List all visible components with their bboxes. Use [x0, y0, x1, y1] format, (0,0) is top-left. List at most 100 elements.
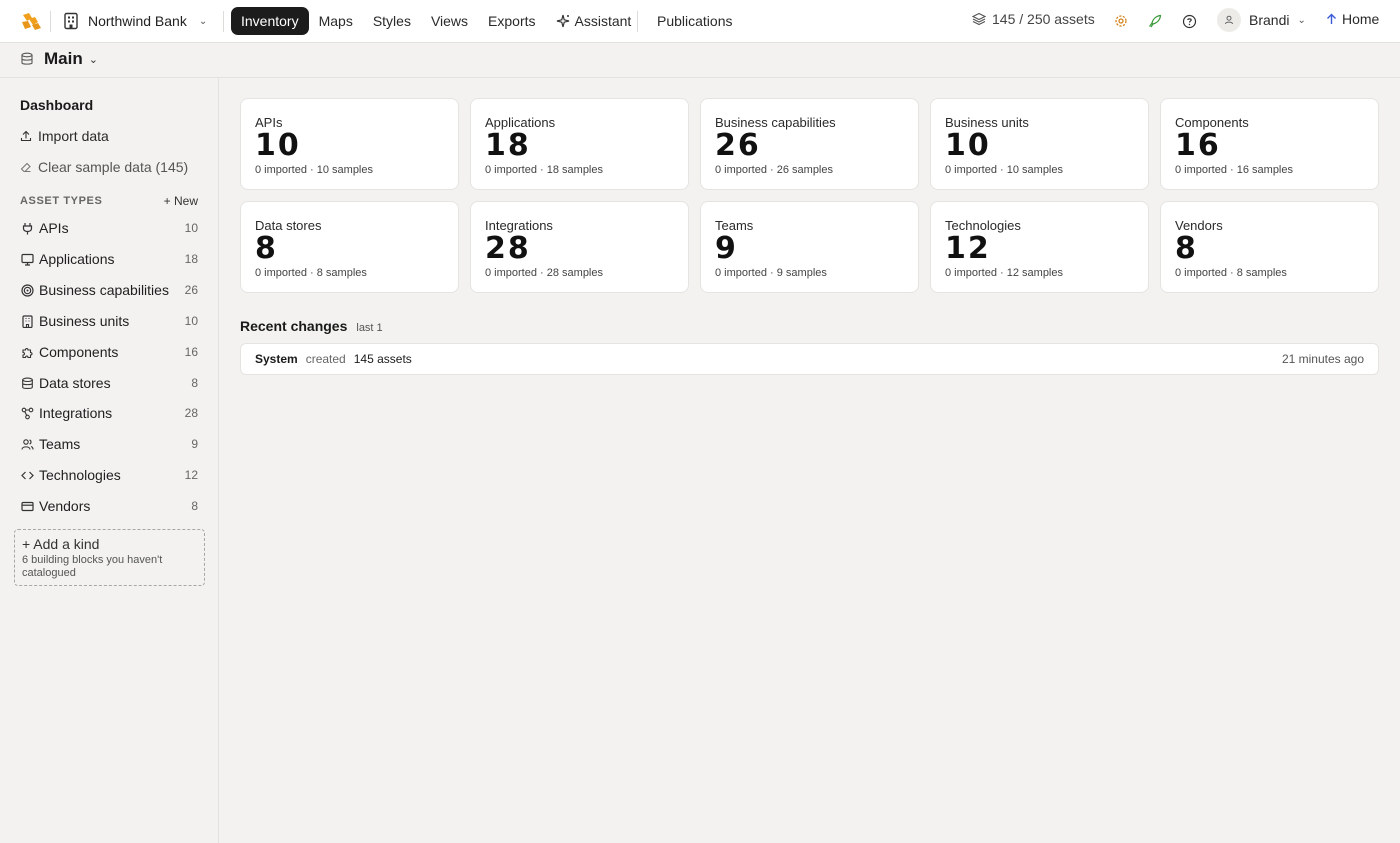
- new-asset-type-button[interactable]: + New: [164, 194, 198, 208]
- change-object: 145 assets: [353, 352, 412, 366]
- card-subtitle: 0 imported · 28 samples: [485, 267, 603, 279]
- nav-label: Views: [430, 13, 469, 29]
- list-item[interactable]: System created 145 assets 21 minutes ago: [240, 343, 1379, 375]
- nav-inventory[interactable]: Inventory: [231, 7, 309, 35]
- asset-card-applications[interactable]: Applications 18 0 imported · 18 samples: [470, 98, 689, 190]
- asset-card-business-capabilities[interactable]: Business capabilities 26 0 imported · 26…: [700, 98, 919, 190]
- clear-sample-data-link[interactable]: Clear sample data (145): [20, 159, 188, 175]
- upload-icon: [20, 130, 32, 142]
- rocket-icon: [1149, 14, 1162, 28]
- database-icon: [21, 52, 33, 65]
- card-subtitle: 0 imported · 26 samples: [715, 164, 833, 176]
- sidebar-item-applications[interactable]: Applications 18: [20, 249, 198, 269]
- asset-card-business-units[interactable]: Business units 10 0 imported · 10 sample…: [930, 98, 1149, 190]
- help-icon: [1182, 14, 1196, 28]
- sidebar-item-label: Data stores: [39, 375, 111, 391]
- card-count: 10: [255, 128, 301, 163]
- asset-card-apis[interactable]: APIs 10 0 imported · 10 samples: [240, 98, 459, 190]
- asset-card-technologies[interactable]: Technologies 12 0 imported · 12 samples: [930, 201, 1149, 293]
- import-data-link[interactable]: Import data: [20, 128, 109, 144]
- chevron-down-icon: ⌄: [1297, 14, 1306, 26]
- nav-maps[interactable]: Maps: [309, 7, 363, 35]
- sidebar-item-label: Applications: [39, 251, 115, 267]
- card-subtitle: 0 imported · 12 samples: [945, 267, 1063, 279]
- sidebar-item-count: 8: [191, 499, 198, 513]
- chevron-down-icon: ⌄: [198, 15, 208, 27]
- card-icon: [20, 499, 34, 513]
- sidebar-item-apis[interactable]: APIs 10: [20, 218, 198, 238]
- card-count: 16: [1175, 128, 1221, 163]
- asset-types-heading: ASSET TYPES: [20, 195, 103, 207]
- sidebar-item-label: APIs: [39, 220, 69, 236]
- launch-button[interactable]: [1146, 12, 1164, 30]
- home-link[interactable]: Home: [1326, 11, 1379, 27]
- nav-styles[interactable]: Styles: [363, 7, 421, 35]
- asset-quota[interactable]: 145 / 250 assets: [972, 11, 1095, 27]
- sidebar-item-teams[interactable]: Teams 9: [20, 434, 198, 454]
- card-count: 9: [715, 231, 738, 266]
- sidebar-item-count: 12: [184, 468, 198, 482]
- sidebar-dashboard[interactable]: Dashboard: [20, 97, 93, 113]
- card-count: 12: [945, 231, 991, 266]
- nav-publications[interactable]: Publications: [647, 7, 743, 35]
- arrow-up-icon: [1327, 13, 1336, 24]
- users-icon: [20, 437, 34, 451]
- asset-card-vendors[interactable]: Vendors 8 0 imported · 8 samples: [1160, 201, 1379, 293]
- plug-icon: [20, 221, 34, 235]
- help-button[interactable]: [1180, 12, 1198, 30]
- sidebar-item-components[interactable]: Components 16: [20, 342, 198, 362]
- sidebar-item-label: Teams: [39, 436, 81, 452]
- nav-views[interactable]: Views: [421, 7, 478, 35]
- top-bar: Northwind Bank ⌄ Inventory Maps Styles V…: [0, 0, 1400, 43]
- asset-card-components[interactable]: Components 16 0 imported · 16 samples: [1160, 98, 1379, 190]
- card-count: 10: [945, 128, 991, 163]
- add-kind-title: + Add a kind: [22, 536, 100, 552]
- sidebar-item-count: 18: [184, 252, 198, 266]
- sidebar-item-vendors[interactable]: Vendors 8: [20, 496, 198, 516]
- avatar: [1217, 8, 1241, 32]
- sidebar-item-business-units[interactable]: Business units 10: [20, 311, 198, 331]
- workspace-name: Main: [44, 49, 83, 68]
- nav-label: Publications: [657, 13, 733, 29]
- change-timestamp: 21 minutes ago: [1281, 352, 1364, 366]
- workspace-switcher[interactable]: Main ⌄: [20, 49, 98, 69]
- asset-card-teams[interactable]: Teams 9 0 imported · 9 samples: [700, 201, 919, 293]
- sidebar-item-data-stores[interactable]: Data stores 8: [20, 373, 198, 393]
- sidebar-item-business-capabilities[interactable]: Business capabilities 26: [20, 280, 198, 300]
- nav-exports[interactable]: Exports: [478, 7, 545, 35]
- sidebar-item-count: 26: [184, 283, 198, 297]
- org-switcher[interactable]: Northwind Bank ⌄: [62, 10, 207, 32]
- card-subtitle: 0 imported · 8 samples: [255, 267, 367, 279]
- user-icon: [1225, 15, 1233, 25]
- home-label: Home: [1342, 11, 1380, 27]
- sparkles-icon: [556, 14, 570, 28]
- target-icon: [20, 283, 34, 297]
- clear-sample-data-label: Clear sample data (145): [38, 159, 189, 175]
- card-title: Teams: [715, 218, 754, 233]
- asset-card-data-stores[interactable]: Data stores 8 0 imported · 8 samples: [240, 201, 459, 293]
- recent-changes-subtitle: last 1: [356, 322, 383, 334]
- recent-changes-header: Recent changes last 1: [240, 318, 383, 334]
- sidebar-item-integrations[interactable]: Integrations 28: [20, 403, 198, 423]
- sidebar-item-label: Technologies: [39, 467, 121, 483]
- chevron-down-icon: ⌄: [88, 53, 98, 66]
- card-count: 8: [1175, 231, 1198, 266]
- user-menu[interactable]: Brandi ⌄: [1217, 8, 1306, 32]
- sidebar: Dashboard Import data Clear sample data …: [0, 78, 219, 843]
- gear-icon: [1115, 15, 1127, 27]
- card-subtitle: 0 imported · 16 samples: [1175, 164, 1293, 176]
- card-subtitle: 0 imported · 8 samples: [1175, 267, 1287, 279]
- puzzle-icon: [20, 345, 34, 359]
- user-name: Brandi: [1249, 12, 1290, 28]
- nav-assistant[interactable]: Assistant: [546, 7, 642, 35]
- app-logo-icon[interactable]: [20, 11, 42, 31]
- org-name: Northwind Bank: [88, 13, 187, 29]
- sidebar-item-label: Vendors: [39, 498, 91, 514]
- monitor-icon: [20, 252, 34, 266]
- add-kind-button[interactable]: + Add a kind 6 building blocks you haven…: [14, 529, 205, 586]
- divider: [223, 11, 224, 32]
- asset-card-integrations[interactable]: Integrations 28 0 imported · 28 samples: [470, 201, 689, 293]
- settings-button[interactable]: [1112, 12, 1130, 30]
- sidebar-item-technologies[interactable]: Technologies 12: [20, 465, 198, 485]
- code-icon: [20, 468, 34, 482]
